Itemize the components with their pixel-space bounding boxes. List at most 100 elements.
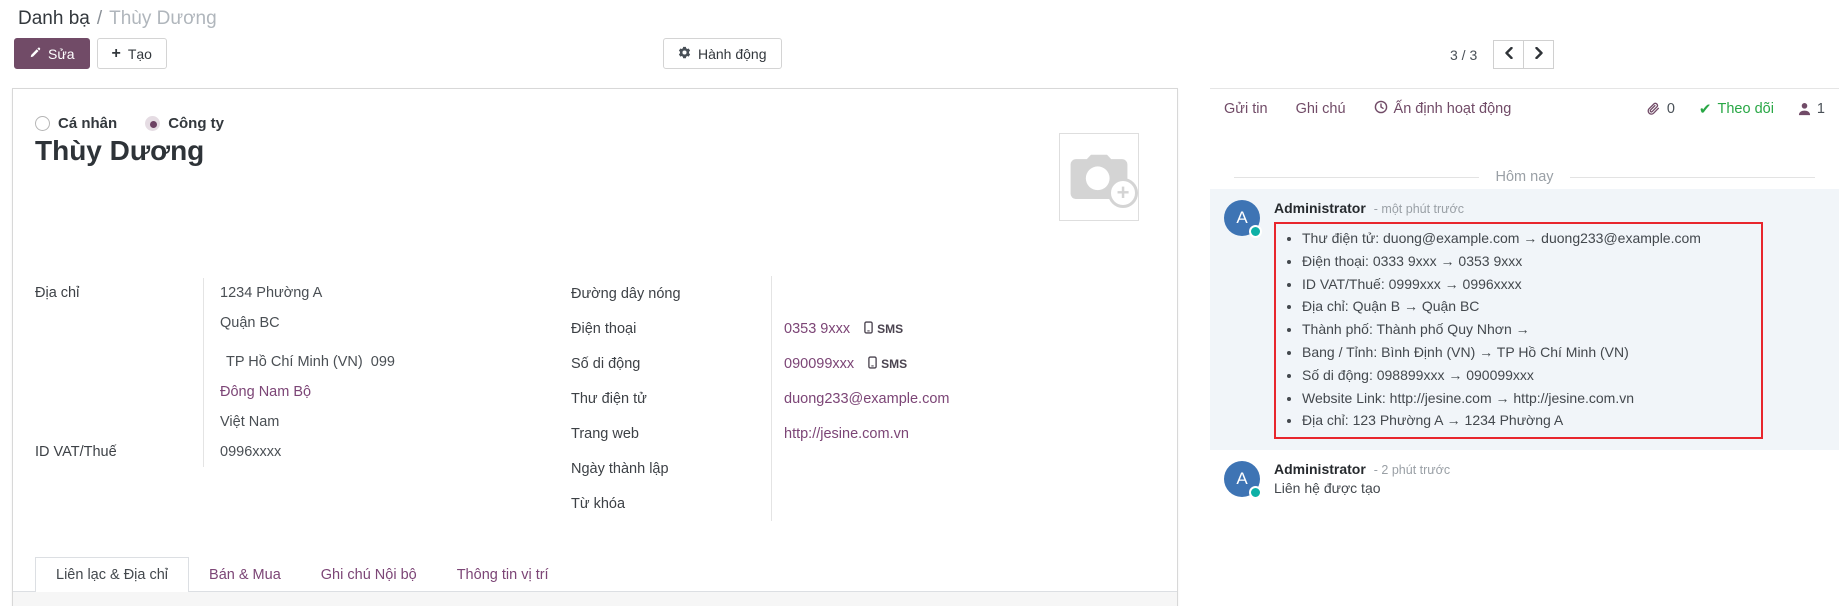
radio-company[interactable]: Công ty <box>145 115 224 132</box>
chatter-panel: Gửi tin Ghi chú Ấn định hoạt động 0 ✔ Th… <box>1210 88 1839 606</box>
edit-button-label: Sửa <box>48 46 75 62</box>
breadcrumb-separator: / <box>97 8 102 29</box>
radio-individual-label: Cá nhân <box>58 115 117 132</box>
pager-previous-button[interactable] <box>1493 40 1524 69</box>
tab-internal-notes[interactable]: Ghi chú Nội bộ <box>301 557 437 592</box>
address-street2: Quận BC <box>220 308 540 338</box>
founded-label: Ngày thành lập <box>571 461 771 477</box>
mobile-phone-icon <box>868 356 877 372</box>
online-status-dot <box>1249 225 1262 238</box>
founded-value <box>771 451 1001 486</box>
gear-icon <box>678 46 691 62</box>
message-body: Liên hệ được tạo <box>1274 480 1450 496</box>
contact-fields-group: Đường dây nóng Điện thoại 0353 9xxx SMS … <box>571 276 1001 521</box>
address-spacer <box>220 338 540 347</box>
address-row: Địa chỉ 1234 Phường A Quận BC TP Hồ Chí … <box>35 278 540 437</box>
company-type-selector: Cá nhân Công ty <box>35 115 224 132</box>
field-row-tags: Từ khóa <box>571 486 1001 521</box>
clock-icon <box>1374 100 1388 118</box>
mobile-label: Số di động <box>571 356 771 372</box>
phone-label: Điện thoại <box>571 321 771 337</box>
tracked-changes-box: Thư điện tử: duong@example.com → duong23… <box>1274 222 1763 439</box>
attachments-count: 0 <box>1667 101 1675 117</box>
breadcrumb-current: Thùy Dương <box>109 8 217 29</box>
field-row-email: Thư điện tử duong233@example.com <box>571 381 1001 416</box>
change-item: Thành phố: Thành phố Quy Nhơn → <box>1302 318 1753 341</box>
cp-buttons: Sửa + Tạo <box>14 38 167 69</box>
followers-button[interactable]: 1 <box>1798 101 1825 117</box>
tags-value <box>771 486 1001 521</box>
radio-company-circle[interactable] <box>145 116 160 131</box>
change-item: Địa chỉ: Quận B → Quận BC <box>1302 295 1753 318</box>
vat-label: ID VAT/Thuế <box>35 437 203 467</box>
field-row-hotline: Đường dây nóng <box>571 276 1001 311</box>
schedule-activity-label: Ấn định hoạt động <box>1394 101 1512 117</box>
create-button[interactable]: + Tạo <box>97 38 167 69</box>
chatter-stats: 0 ✔ Theo dõi 1 <box>1646 100 1825 118</box>
email-value-link[interactable]: duong233@example.com <box>784 391 949 407</box>
hotline-label: Đường dây nóng <box>571 286 771 302</box>
attachments-button[interactable]: 0 <box>1646 101 1675 117</box>
mobile-sms-button[interactable]: SMS <box>868 356 907 372</box>
address-group: Địa chỉ 1234 Phường A Quận BC TP Hồ Chí … <box>35 278 540 467</box>
chevron-left-icon <box>1504 46 1514 64</box>
change-item: ID VAT/Thuế: 0999xxx → 0996xxxx <box>1302 273 1753 296</box>
pencil-icon <box>29 46 41 62</box>
send-message-button[interactable]: Gửi tin <box>1224 100 1268 118</box>
action-menu-button[interactable]: Hành động <box>663 38 782 69</box>
address-street: 1234 Phường A <box>220 278 540 308</box>
message-author[interactable]: Administrator <box>1274 461 1366 477</box>
camera-plus-icon: + <box>1108 178 1138 208</box>
create-button-label: Tạo <box>128 46 152 62</box>
camera-icon: + <box>1068 152 1130 202</box>
message-author[interactable]: Administrator <box>1274 200 1366 216</box>
followers-count: 1 <box>1817 101 1825 117</box>
breadcrumb: Danh bạ / Thùy Dương <box>18 8 217 30</box>
phone-sms-label: SMS <box>877 322 903 336</box>
radio-individual-circle[interactable] <box>35 116 50 131</box>
phone-value-link[interactable]: 0353 9xxx <box>784 321 850 337</box>
pager-next-button[interactable] <box>1523 40 1554 69</box>
radio-individual[interactable]: Cá nhân <box>35 115 117 132</box>
website-value-link[interactable]: http://jesine.com.vn <box>784 426 909 442</box>
action-menu-label: Hành động <box>698 46 767 62</box>
mobile-value-link[interactable]: 090099xxx <box>784 356 854 372</box>
field-row-mobile: Số di động 090099xxx SMS <box>571 346 1001 381</box>
address-region-link[interactable]: Đông Nam Bộ <box>220 377 540 407</box>
avatar[interactable]: A <box>1224 461 1260 497</box>
schedule-activity-button[interactable]: Ấn định hoạt động <box>1374 100 1512 118</box>
follow-label: Theo dõi <box>1717 101 1773 117</box>
follow-button[interactable]: ✔ Theo dõi <box>1699 100 1774 118</box>
field-row-website: Trang web http://jesine.com.vn <box>571 416 1001 451</box>
edit-button[interactable]: Sửa <box>14 38 90 69</box>
vat-row: ID VAT/Thuế 0996xxxx <box>35 437 540 467</box>
message-list: A Administrator - một phút trước Thư điệ… <box>1210 189 1839 508</box>
mobile-sms-label: SMS <box>881 357 907 371</box>
mobile-phone-icon <box>864 321 873 337</box>
change-item: Thư điện tử: duong@example.com → duong23… <box>1302 227 1753 250</box>
image-upload-placeholder[interactable]: + <box>1059 133 1139 221</box>
avatar[interactable]: A <box>1224 200 1260 236</box>
field-row-founded: Ngày thành lập <box>571 451 1001 486</box>
record-pager: 3 / 3 <box>1450 40 1554 69</box>
address-value: 1234 Phường A Quận BC TP Hồ Chí Minh (VN… <box>203 278 540 437</box>
tags-label: Từ khóa <box>571 496 771 512</box>
phone-sms-button[interactable]: SMS <box>864 321 903 337</box>
form-sheet: Cá nhân Công ty Thùy Dương + Địa chỉ 123… <box>12 88 1178 606</box>
contact-form-page: Danh bạ / Thùy Dương Sửa + Tạo Hành động 3… <box>0 0 1839 606</box>
date-divider: Hôm nay <box>1234 169 1815 185</box>
tab-sales-purchase[interactable]: Bán & Mua <box>189 557 301 592</box>
change-item: Địa chỉ: 123 Phường A → 1234 Phường A <box>1302 409 1753 432</box>
change-item: Website Link: http://jesine.com → http:/… <box>1302 387 1753 410</box>
tab-contacts-addresses[interactable]: Liên lạc & Địa chỉ <box>35 557 189 593</box>
tab-location-info[interactable]: Thông tin vị trí <box>437 557 569 592</box>
tracked-changes-list: Thư điện tử: duong@example.com → duong23… <box>1276 227 1753 432</box>
contact-name: Thùy Dương <box>35 133 204 169</box>
vat-value: 0996xxxx <box>203 437 540 467</box>
online-status-dot <box>1249 486 1262 499</box>
breadcrumb-contacts[interactable]: Danh bạ <box>18 8 90 29</box>
address-label: Địa chỉ <box>35 278 203 437</box>
chevron-right-icon <box>1534 46 1544 64</box>
log-note-button[interactable]: Ghi chú <box>1296 100 1346 118</box>
message-created: A Administrator - 2 phút trước Liên hệ đ… <box>1210 450 1839 508</box>
